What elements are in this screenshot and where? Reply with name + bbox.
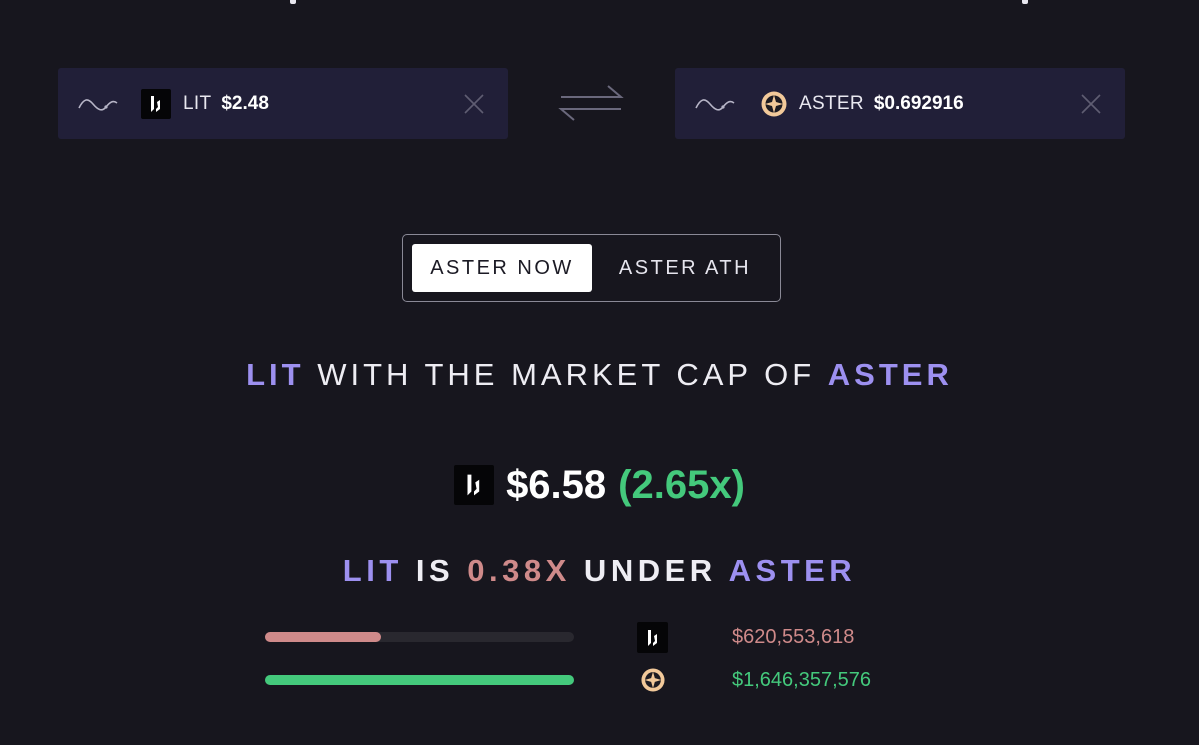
lit-logo-icon bbox=[637, 622, 668, 653]
result-price-row: $6.58 (2.65x) bbox=[0, 460, 1199, 510]
comparison-token-b: ASTER bbox=[728, 553, 857, 588]
hypothetical-price: $6.58 bbox=[506, 462, 607, 507]
toggle-aster-ath[interactable]: ASTER ATH bbox=[601, 244, 769, 292]
token-selector-right[interactable]: ASTER $0.692916 bbox=[675, 68, 1125, 139]
market-cap-bar-aster bbox=[265, 675, 574, 685]
comparison-ratio: 0.38X bbox=[467, 553, 571, 588]
close-icon[interactable] bbox=[462, 92, 486, 116]
cut-off-heading-fragment bbox=[290, 0, 296, 4]
comparison-token-a: LIT bbox=[342, 553, 403, 588]
price-chart-icon[interactable] bbox=[78, 92, 120, 116]
page: LIT $2.48 ASTER $0.692916 ASTER NOW ASTE… bbox=[0, 0, 1199, 745]
token-symbol: LIT bbox=[183, 92, 212, 114]
market-cap-value-aster: $1,646,357,576 bbox=[732, 669, 872, 691]
comparison-statement: LIT IS 0.38X UNDER ASTER bbox=[0, 553, 1199, 589]
token-selector-left[interactable]: LIT $2.48 bbox=[58, 68, 508, 139]
result-headline: LIT WITH THE MARKET CAP OF ASTER bbox=[0, 357, 1199, 393]
headline-middle: WITH THE MARKET CAP OF bbox=[304, 357, 828, 392]
cut-off-heading-fragment bbox=[1022, 0, 1028, 4]
price-chart-icon[interactable] bbox=[695, 92, 737, 116]
token-symbol: ASTER bbox=[799, 92, 864, 114]
lit-logo-icon bbox=[141, 88, 171, 119]
aster-logo-icon bbox=[761, 91, 787, 117]
swap-icon[interactable] bbox=[558, 82, 624, 124]
comparison-is: IS bbox=[402, 553, 468, 588]
close-icon[interactable] bbox=[1079, 92, 1103, 116]
lit-logo-icon bbox=[454, 465, 495, 505]
headline-token-a: LIT bbox=[246, 357, 305, 392]
comparison-under: UNDER bbox=[570, 553, 729, 588]
comparison-mode-toggle: ASTER NOW ASTER ATH bbox=[402, 234, 781, 302]
market-cap-fill-lit bbox=[265, 632, 382, 642]
headline-token-b: ASTER bbox=[827, 357, 953, 392]
market-cap-fill-aster bbox=[265, 675, 574, 685]
toggle-aster-now[interactable]: ASTER NOW bbox=[412, 244, 592, 292]
aster-logo-icon bbox=[641, 668, 665, 692]
token-price: $2.48 bbox=[221, 92, 269, 114]
price-multiplier: (2.65x) bbox=[618, 462, 745, 507]
market-cap-bar-lit bbox=[265, 632, 574, 642]
token-price: $0.692916 bbox=[873, 92, 964, 114]
market-cap-value-lit: $620,553,618 bbox=[732, 626, 855, 648]
